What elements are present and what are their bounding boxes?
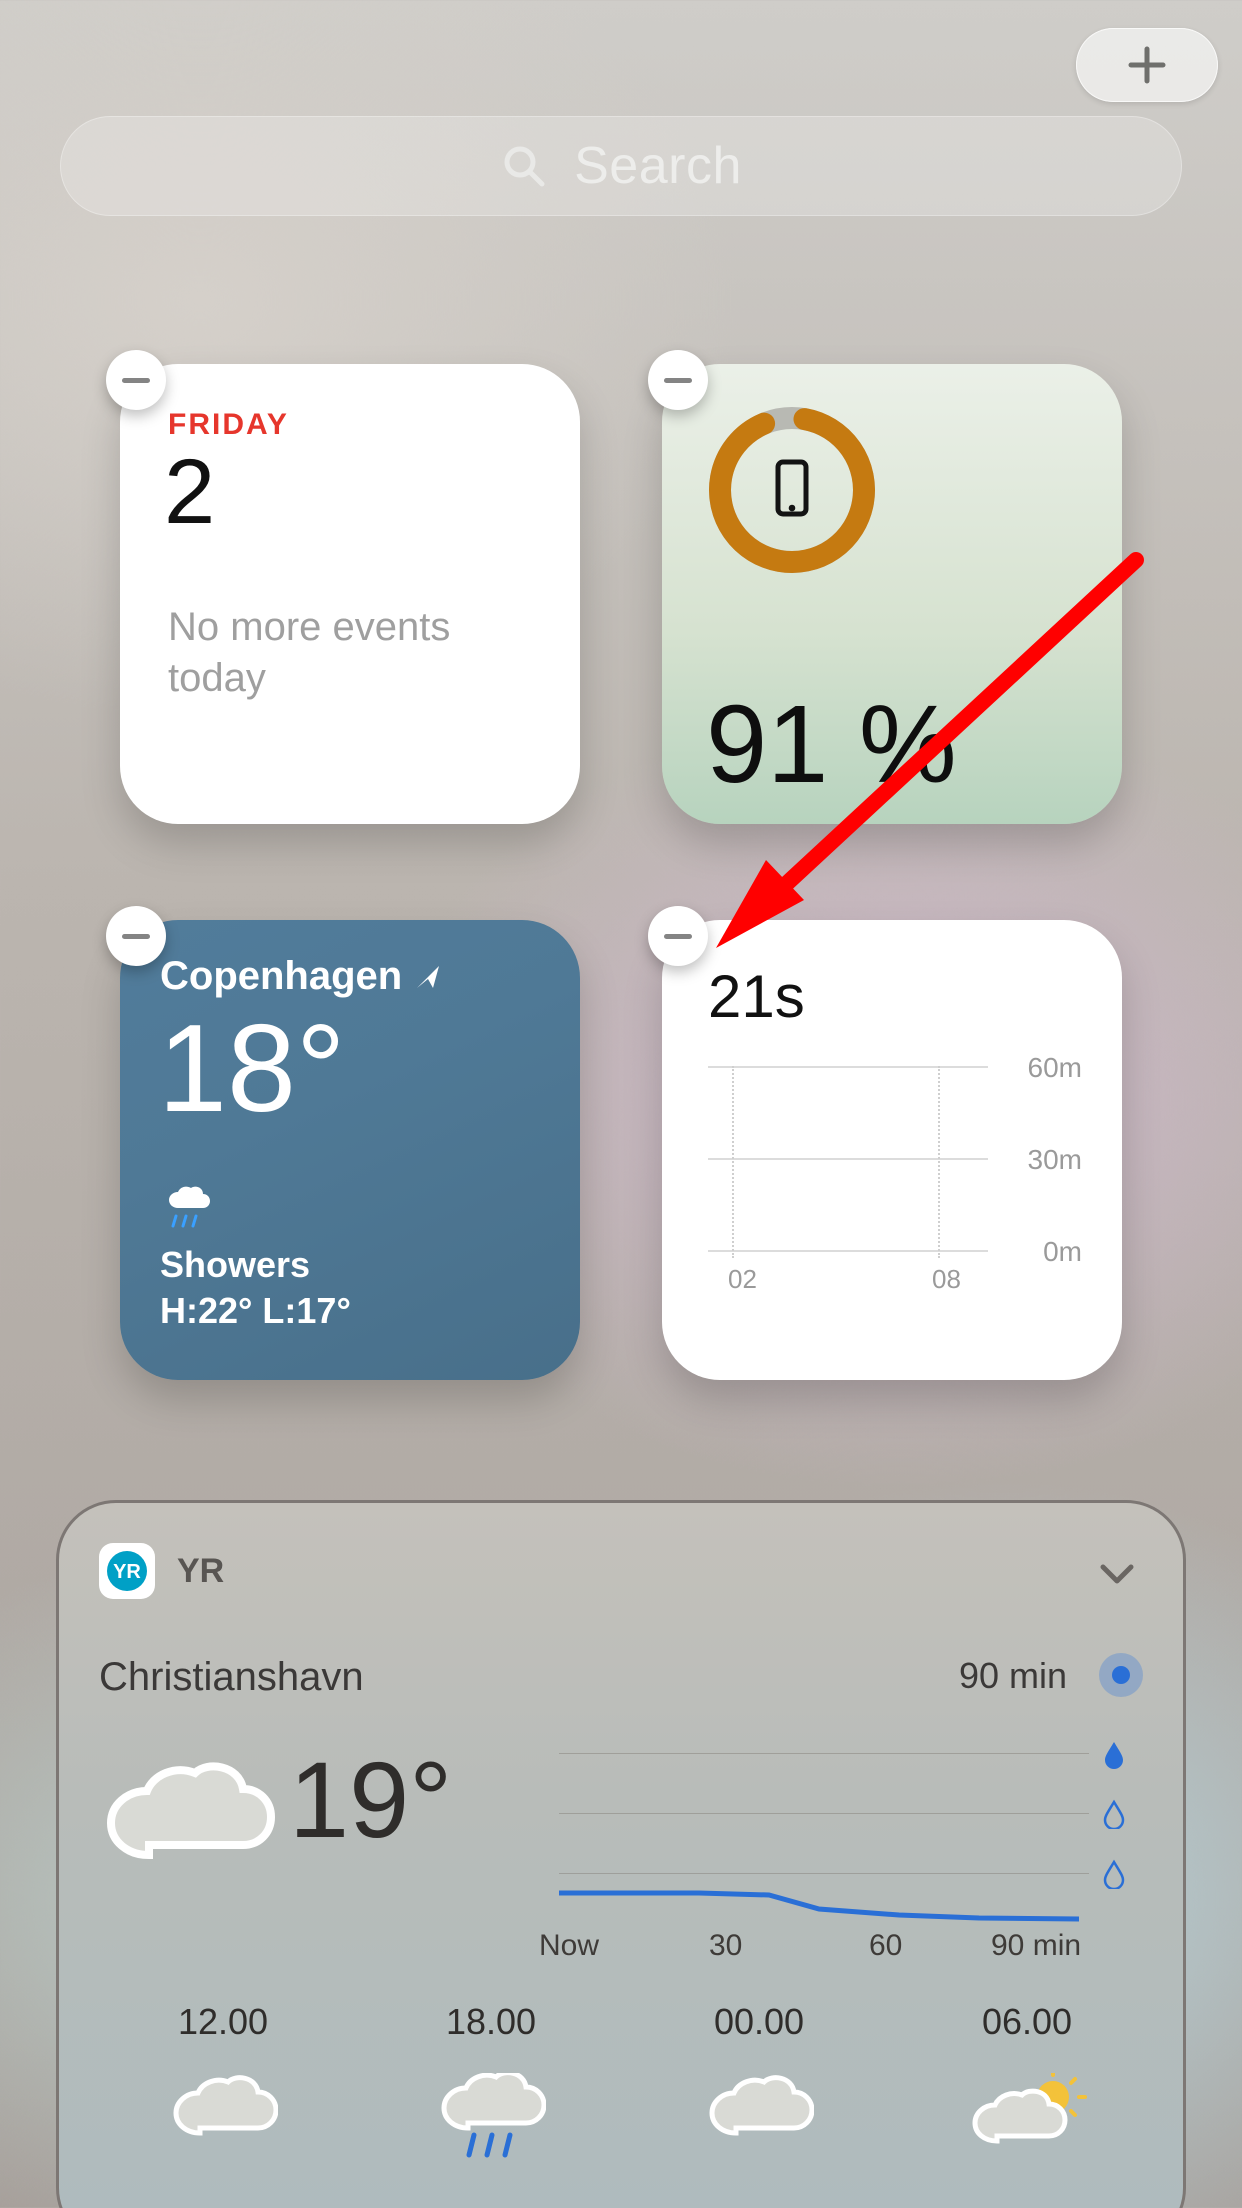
minus-icon xyxy=(664,934,692,939)
screentime-ylabel-30: 30m xyxy=(1028,1144,1082,1176)
raindrop-icon xyxy=(1099,1799,1129,1829)
search-icon xyxy=(500,142,548,190)
yr-hourly-time-3: 06.00 xyxy=(917,2001,1137,2043)
screentime-ylabel-60: 60m xyxy=(1028,1052,1082,1084)
weather-condition: Showers xyxy=(160,1244,310,1286)
search-bar[interactable]: Search xyxy=(60,116,1182,216)
location-arrow-icon xyxy=(414,963,442,991)
chevron-down-icon xyxy=(1095,1551,1139,1595)
minus-icon xyxy=(122,934,150,939)
calendar-day-name: FRIDAY xyxy=(168,408,289,442)
yr-xlabel-60: 60 xyxy=(869,1929,902,1963)
battery-ring-icon xyxy=(702,400,882,580)
screentime-chart: 60m 30m 0m 02 08 xyxy=(708,1052,1078,1302)
yr-weather-widget[interactable]: YR YR Christianshavn 90 min 19° Now 30 6… xyxy=(56,1500,1186,2208)
yr-precip-indicator xyxy=(1099,1653,1143,1697)
remove-weather-button[interactable] xyxy=(106,906,166,966)
cloud-rain-icon xyxy=(436,2073,546,2163)
yr-xlabel-90: 90 min xyxy=(991,1929,1081,1963)
yr-hourly-time-0: 12.00 xyxy=(113,2001,333,2043)
yr-location: Christianshavn xyxy=(99,1655,364,1700)
battery-percent-text: 91 % xyxy=(706,681,957,808)
yr-hourly-time-2: 00.00 xyxy=(649,2001,869,2043)
plus-icon xyxy=(1125,43,1169,87)
weather-temperature: 18° xyxy=(158,998,346,1140)
cloud-icon xyxy=(168,2073,278,2153)
remove-battery-button[interactable] xyxy=(648,350,708,410)
screentime-ylabel-0: 0m xyxy=(1043,1236,1082,1268)
screentime-value: 21s xyxy=(708,962,805,1031)
screentime-xlabel-08: 08 xyxy=(932,1264,961,1295)
yr-xlabel-now: Now xyxy=(539,1929,599,1963)
search-placeholder: Search xyxy=(574,136,742,196)
rain-cloud-icon xyxy=(160,1180,216,1236)
minus-icon xyxy=(122,378,150,383)
raindrop-icon xyxy=(1099,1739,1129,1769)
cloud-sun-icon xyxy=(967,2073,1087,2163)
weather-widget[interactable]: Copenhagen 18° Showers H:22° L:17° xyxy=(120,920,580,1380)
yr-xlabel-30: 30 xyxy=(709,1929,742,1963)
minus-icon xyxy=(664,378,692,383)
cloud-icon xyxy=(704,2073,814,2153)
add-widget-button[interactable] xyxy=(1076,28,1218,102)
yr-window-label: 90 min xyxy=(959,1655,1067,1697)
battery-widget[interactable]: 91 % xyxy=(662,364,1122,824)
screentime-widget[interactable]: 21s 60m 30m 0m 02 08 xyxy=(662,920,1122,1380)
cloud-icon xyxy=(99,1757,279,1892)
collapse-button[interactable] xyxy=(1095,1551,1139,1600)
calendar-events-text: No more events today xyxy=(168,602,526,704)
weather-hi-lo: H:22° L:17° xyxy=(160,1290,351,1332)
weather-city: Copenhagen xyxy=(160,954,402,999)
raindrop-icon xyxy=(1099,1859,1129,1889)
remove-calendar-button[interactable] xyxy=(106,350,166,410)
yr-app-name: YR xyxy=(177,1552,224,1591)
yr-temperature: 19° xyxy=(289,1737,452,1862)
calendar-widget[interactable]: FRIDAY 2 No more events today xyxy=(120,364,580,824)
yr-hourly-time-1: 18.00 xyxy=(381,2001,601,2043)
remove-screentime-button[interactable] xyxy=(648,906,708,966)
svg-text:YR: YR xyxy=(113,1561,141,1583)
screentime-xlabel-02: 02 xyxy=(728,1264,757,1295)
yr-precip-chart: Now 30 60 90 min xyxy=(539,1723,1147,1963)
yr-app-icon: YR xyxy=(99,1543,155,1599)
calendar-day-number: 2 xyxy=(164,440,215,545)
